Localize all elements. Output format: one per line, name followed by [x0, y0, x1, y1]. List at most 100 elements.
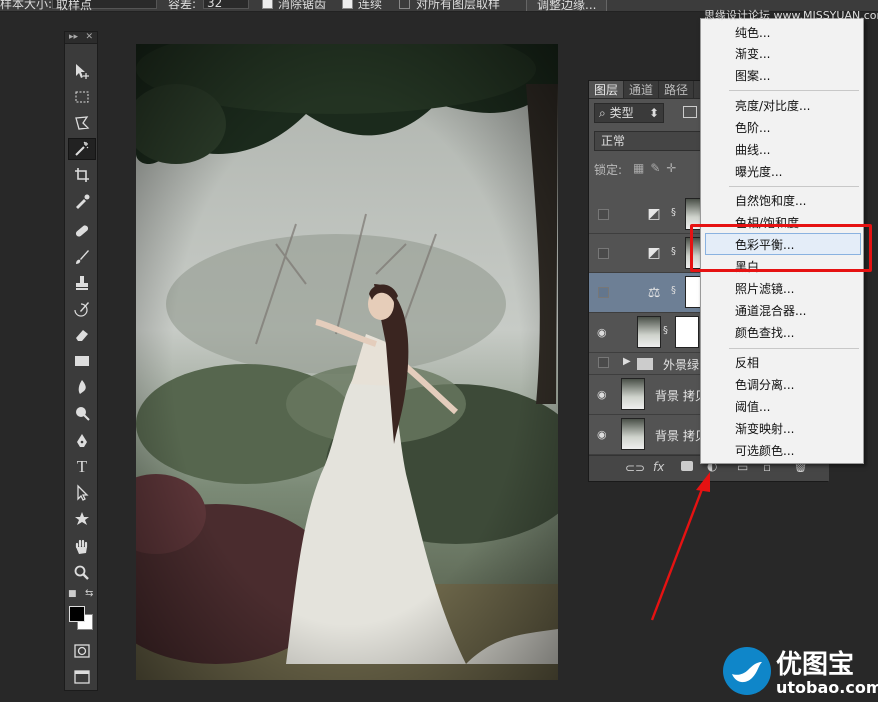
eye-icon[interactable]: ◉	[597, 326, 611, 339]
layer-filter-select[interactable]: ⌕ 类型 ⬍	[594, 103, 664, 123]
menu-item-channel-mixer[interactable]: 通道混合器...	[735, 303, 806, 319]
color-balance-icon: ⚖	[647, 285, 661, 301]
menu-item-gradient-map[interactable]: 渐变映射...	[735, 421, 794, 437]
annotation-arrow	[650, 472, 710, 621]
eye-icon[interactable]: ◉	[597, 428, 611, 441]
contiguous-label: 连续	[358, 0, 383, 11]
tolerance-value: 32	[207, 0, 223, 10]
sample-size-label: 样本大小:	[0, 0, 53, 11]
blend-mode-select[interactable]: 正常	[594, 131, 702, 151]
layer-thumbnail[interactable]	[621, 378, 645, 410]
tools-panel: ▸▸ ✕ T ■ ⇆	[64, 31, 98, 691]
menu-item-vibrance[interactable]: 自然饱和度...	[735, 193, 806, 209]
screen-mode-icon[interactable]	[68, 666, 96, 688]
default-colors-icon[interactable]: ■	[68, 589, 77, 599]
menu-separator	[729, 90, 859, 91]
utobao-logo: 优图宝 utobao.com	[722, 642, 878, 702]
hand-tool-icon[interactable]	[68, 536, 96, 558]
collapse-icon[interactable]: ▸▸	[69, 32, 78, 43]
menu-item-invert[interactable]: 反相	[735, 355, 759, 371]
filter-search-icon: ⌕	[599, 106, 606, 120]
clone-stamp-tool-icon[interactable]	[68, 272, 96, 294]
menu-item-posterize[interactable]: 色调分离...	[735, 377, 794, 393]
tolerance-label: 容差:	[168, 0, 197, 11]
sample-size-select[interactable]: 取样点	[52, 0, 157, 12]
eye-icon[interactable]: ◉	[597, 388, 611, 401]
expand-triangle-icon[interactable]: ▶	[623, 356, 631, 367]
visibility-toggle[interactable]	[598, 287, 609, 298]
marquee-tool-icon[interactable]	[68, 86, 96, 108]
shape-tool-icon[interactable]	[68, 508, 96, 530]
menu-item-brightness-contrast[interactable]: 亮度/对比度...	[735, 98, 811, 114]
lasso-tool-icon[interactable]	[68, 112, 96, 134]
magic-wand-tool-icon[interactable]	[68, 138, 96, 160]
menu-item-photo-filter[interactable]: 照片滤镜...	[735, 281, 794, 297]
foreground-color-swatch[interactable]	[69, 606, 85, 622]
filter-label: 类型	[609, 106, 634, 120]
watermark-top: 思缘设计论坛 www.MISSYUAN.com	[704, 9, 878, 22]
layer-mask-thumbnail[interactable]	[675, 316, 699, 348]
contiguous-checkbox[interactable]	[342, 0, 353, 9]
close-icon[interactable]: ✕	[85, 32, 93, 43]
tab-channels[interactable]: 通道	[624, 81, 660, 98]
quick-mask-icon[interactable]	[68, 640, 96, 662]
layer-thumbnail[interactable]	[637, 316, 661, 348]
layer-thumbnail[interactable]	[621, 418, 645, 450]
eyedropper-tool-icon[interactable]	[68, 190, 96, 212]
antialias-checkbox[interactable]	[262, 0, 273, 9]
link-icon: §	[671, 246, 676, 257]
visibility-toggle[interactable]	[598, 209, 609, 220]
menu-separator	[729, 348, 859, 349]
menu-item-exposure[interactable]: 曝光度...	[735, 164, 782, 180]
visibility-toggle[interactable]	[598, 248, 609, 259]
antialias-label: 消除锯齿	[278, 0, 327, 11]
menu-separator	[729, 186, 859, 187]
tab-paths[interactable]: 路径	[659, 81, 695, 98]
menu-item-pattern[interactable]: 图案...	[735, 68, 770, 84]
logo-url: utobao.com	[776, 678, 878, 697]
menu-item-levels[interactable]: 色阶...	[735, 120, 770, 136]
visibility-toggle[interactable]	[598, 357, 609, 368]
menu-item-gradient[interactable]: 渐变...	[735, 46, 770, 62]
bird-logo-icon	[723, 647, 771, 695]
crop-tool-icon[interactable]	[68, 164, 96, 186]
blur-tool-icon[interactable]	[68, 376, 96, 398]
dodge-tool-icon[interactable]	[68, 402, 96, 424]
menu-item-selective-color[interactable]: 可选颜色...	[735, 443, 794, 459]
lock-label: 锁定:	[594, 163, 623, 177]
history-brush-tool-icon[interactable]	[68, 298, 96, 320]
logo-text: 优图宝	[776, 650, 855, 680]
swap-colors-icon[interactable]: ⇆	[85, 588, 93, 599]
tools-panel-header[interactable]: ▸▸ ✕	[65, 32, 97, 44]
image-filter-icon[interactable]	[683, 106, 697, 118]
all-layers-checkbox[interactable]	[399, 0, 410, 9]
sample-size-value: 取样点	[56, 0, 93, 12]
zoom-tool-icon[interactable]	[68, 562, 96, 584]
brush-tool-icon[interactable]	[68, 246, 96, 268]
link-icon: §	[663, 325, 668, 336]
link-icon: §	[671, 207, 676, 218]
bride-photo	[136, 44, 558, 680]
lock-options-icons[interactable]: ▦✎✛	[633, 161, 682, 175]
menu-item-solid-color[interactable]: 纯色...	[735, 25, 770, 41]
gradient-tool-icon[interactable]	[68, 350, 96, 372]
move-tool-icon[interactable]	[68, 60, 96, 82]
link-icon: §	[671, 285, 676, 296]
layer-name: 外景绿	[663, 358, 700, 372]
curves-adjustment-icon: ◩	[647, 206, 661, 222]
curves-adjustment-icon: ◩	[647, 245, 661, 261]
menu-item-threshold[interactable]: 阈值...	[735, 399, 770, 415]
all-layers-label: 对所有图层取样	[416, 0, 501, 11]
menu-item-color-lookup[interactable]: 颜色查找...	[735, 325, 794, 341]
document-canvas[interactable]	[136, 44, 558, 680]
eraser-tool-icon[interactable]	[68, 324, 96, 346]
refine-edge-button[interactable]: 调整边缘...	[526, 0, 608, 11]
tolerance-input[interactable]: 32	[203, 0, 249, 10]
path-selection-tool-icon[interactable]	[68, 482, 96, 504]
type-tool-icon[interactable]: T	[68, 456, 96, 478]
folder-icon	[637, 358, 653, 370]
pen-tool-icon[interactable]	[68, 430, 96, 452]
menu-item-curves[interactable]: 曲线...	[735, 142, 770, 158]
healing-brush-tool-icon[interactable]	[68, 220, 96, 242]
tab-layers[interactable]: 图层	[589, 81, 625, 98]
